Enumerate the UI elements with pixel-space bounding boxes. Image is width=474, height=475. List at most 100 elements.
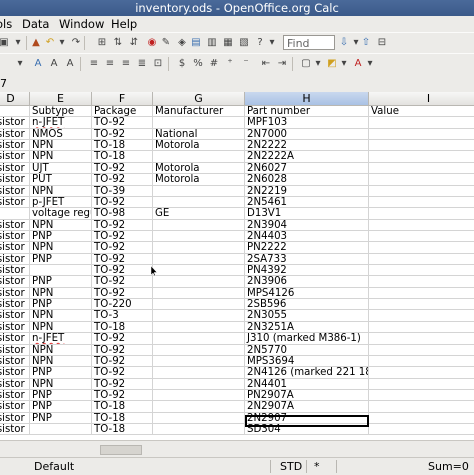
cell-e[interactable]: n-JFET xyxy=(30,117,92,129)
cell-g[interactable] xyxy=(153,287,245,300)
cell-e[interactable]: NPN xyxy=(30,355,92,368)
align-center-icon[interactable]: ≡ xyxy=(104,58,116,70)
cell-h[interactable]: SD304 xyxy=(245,424,369,436)
cell-i[interactable] xyxy=(369,288,474,300)
chart-icon[interactable]: ◉ xyxy=(146,37,158,49)
cell-f[interactable]: TO-92 xyxy=(92,333,153,345)
borders-icon[interactable]: ▢ xyxy=(300,58,312,70)
cell-i[interactable] xyxy=(369,276,474,288)
cell-e[interactable] xyxy=(30,424,92,436)
cell-f[interactable]: TO-18 xyxy=(92,424,153,436)
cell-g[interactable] xyxy=(153,355,245,368)
cell-d[interactable]: isistor xyxy=(0,242,30,254)
cell-f[interactable]: TO-18 xyxy=(92,412,153,425)
cell-h[interactable]: 2N3906 xyxy=(245,276,369,288)
cell-e[interactable]: NPN xyxy=(30,378,92,390)
cell-g[interactable] xyxy=(153,367,245,379)
cell-e[interactable]: n-JFET xyxy=(30,333,92,345)
hyperlink-icon[interactable]: ⊞ xyxy=(96,37,108,49)
cell-d[interactable]: isistor xyxy=(0,162,30,175)
cell-e[interactable]: NPN xyxy=(30,185,92,197)
name-box[interactable]: 7 xyxy=(0,76,7,92)
cell-d[interactable] xyxy=(0,106,30,118)
cell-f[interactable]: TO-92 xyxy=(92,162,153,175)
font-color-dropdown-icon[interactable]: ▾ xyxy=(364,58,376,70)
increase-indent-icon[interactable]: ⇥ xyxy=(276,58,288,70)
cell-f[interactable]: TO-92 xyxy=(92,390,153,402)
align-left-icon[interactable]: ≡ xyxy=(88,58,100,70)
cell-d[interactable]: isistor xyxy=(0,401,30,413)
cell-d[interactable]: isistor xyxy=(0,424,30,436)
find-up-icon[interactable]: ⇧ xyxy=(360,37,372,49)
cell-h[interactable]: Part number xyxy=(245,106,369,118)
dropdown-arrow-icon[interactable]: ▾ xyxy=(12,37,24,49)
cell-g[interactable] xyxy=(153,424,245,436)
cell-i[interactable]: Value xyxy=(369,106,474,118)
cell-h[interactable]: 2N4403 xyxy=(245,230,369,243)
cell-e[interactable]: NPN xyxy=(30,219,92,231)
decrease-indent-icon[interactable]: ⇤ xyxy=(260,58,272,70)
cell-i[interactable] xyxy=(369,367,474,379)
cell-i[interactable] xyxy=(369,151,474,163)
background-color-icon[interactable]: ◩ xyxy=(326,58,338,70)
cell-g[interactable]: Motorola xyxy=(153,140,245,152)
cell-f[interactable]: TO-39 xyxy=(92,185,153,197)
currency-icon[interactable]: $ xyxy=(176,58,188,70)
cell-g[interactable] xyxy=(153,219,245,231)
cell-h[interactable]: 2N6028 xyxy=(245,174,369,186)
cell-f[interactable]: TO-3 xyxy=(92,310,153,322)
cell-i[interactable] xyxy=(369,174,474,186)
menu-help[interactable]: Help xyxy=(111,16,137,32)
help-icon[interactable]: ? xyxy=(254,37,266,49)
cell-g[interactable] xyxy=(153,344,245,356)
cell-g[interactable]: National xyxy=(153,128,245,141)
cell-g[interactable] xyxy=(153,390,245,402)
cell-d[interactable]: isistor xyxy=(0,412,30,425)
cell-i[interactable] xyxy=(369,140,474,152)
cell-e[interactable]: NPN xyxy=(30,344,92,356)
redo-icon[interactable]: ↷ xyxy=(70,37,82,49)
cell-e[interactable]: PNP xyxy=(30,367,92,379)
zoom-icon[interactable]: ▧ xyxy=(238,37,250,49)
menu-window[interactable]: Window xyxy=(59,16,104,32)
cell-h[interactable]: 2N2907 xyxy=(245,412,369,425)
cell-f[interactable]: TO-92 xyxy=(92,219,153,231)
cell-d[interactable]: isistor xyxy=(0,174,30,186)
cell-h[interactable]: 2N4126 (marked 221 183-4) xyxy=(245,367,369,379)
style-icon[interactable]: ▾ xyxy=(14,58,26,70)
cell-e[interactable]: UJT xyxy=(30,162,92,175)
cell-h[interactable]: PN2907A xyxy=(245,390,369,402)
cell-g[interactable] xyxy=(153,242,245,254)
cell-f[interactable]: TO-92 xyxy=(92,117,153,129)
cell-d[interactable]: isistor xyxy=(0,140,30,152)
cell-g[interactable] xyxy=(153,117,245,129)
cell-f[interactable]: TO-18 xyxy=(92,401,153,413)
paint-format-icon[interactable]: ▲ xyxy=(30,37,42,49)
cell-e[interactable]: PNP xyxy=(30,390,92,402)
cell-g[interactable] xyxy=(153,378,245,390)
underline-icon[interactable]: A xyxy=(64,58,76,70)
cell-g[interactable]: GE xyxy=(153,208,245,220)
cell-i[interactable] xyxy=(369,299,474,311)
cell-i[interactable] xyxy=(369,379,474,390)
draw-icon[interactable]: ✎ xyxy=(160,37,172,49)
cell-f[interactable]: TO-18 xyxy=(92,151,153,163)
cell-d[interactable]: isistor xyxy=(0,230,30,243)
cell-h[interactable]: 2SA733 xyxy=(245,253,369,266)
column-header-e[interactable]: E xyxy=(30,92,92,106)
cell-h[interactable]: 2N7000 xyxy=(245,128,369,141)
cell-d[interactable]: isistor xyxy=(0,219,30,231)
cell-e[interactable]: NPN xyxy=(30,310,92,322)
column-header-d[interactable]: D xyxy=(0,92,30,106)
cell-h[interactable]: 2N2222A xyxy=(245,151,369,163)
cell-h[interactable]: 2N3251A xyxy=(245,321,369,334)
cell-i[interactable] xyxy=(369,265,474,277)
cell-f[interactable]: TO-92 xyxy=(92,276,153,288)
cell-i[interactable] xyxy=(369,322,474,334)
cell-e[interactable]: Subtype xyxy=(30,106,92,118)
cell-i[interactable] xyxy=(369,333,474,345)
cell-g[interactable]: Motorola xyxy=(153,174,245,186)
cell-g[interactable] xyxy=(153,401,245,413)
cell-h[interactable]: 2N4401 xyxy=(245,378,369,390)
navigator-icon[interactable]: ◈ xyxy=(176,37,188,49)
